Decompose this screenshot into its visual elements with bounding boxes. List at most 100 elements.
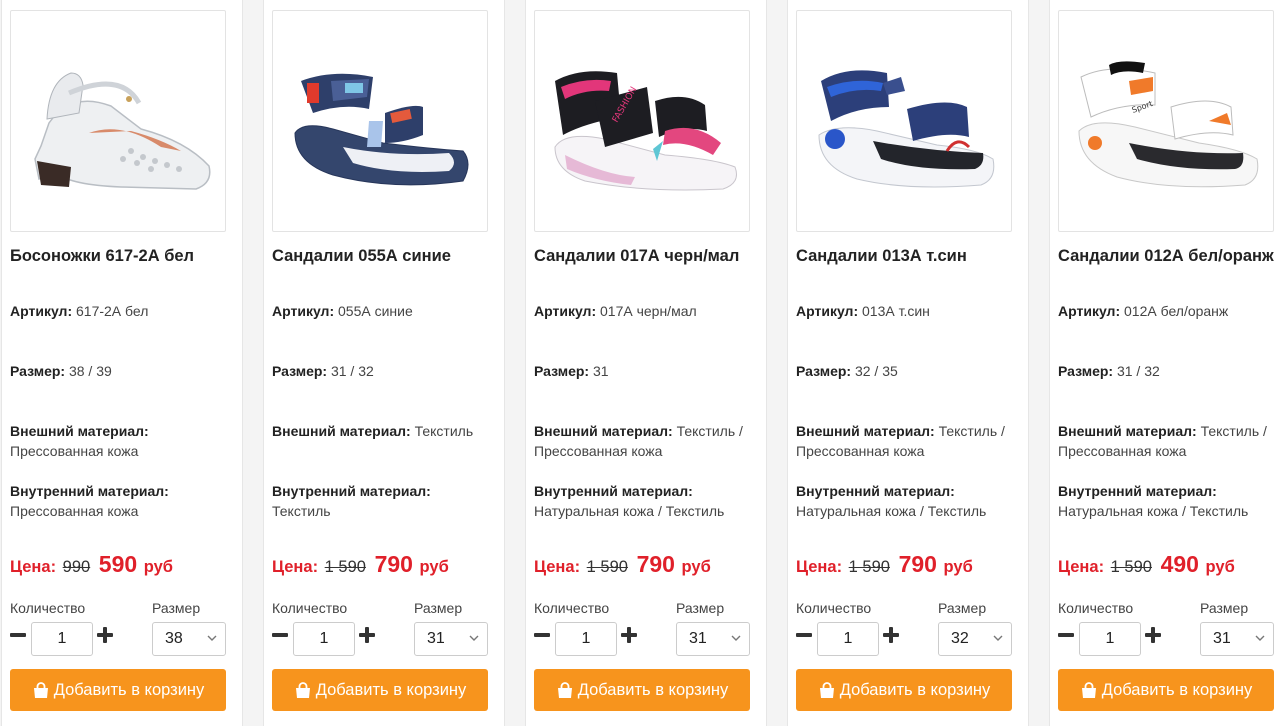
quantity-label: Количество — [534, 600, 610, 616]
chevron-down-icon — [1255, 635, 1265, 641]
price: Цена: 1 590 790 руб — [272, 551, 449, 577]
size-select-label: Размер — [414, 600, 463, 616]
size-attr: Размер: 32 / 35 — [796, 363, 898, 379]
chevron-down-icon — [469, 635, 479, 641]
inner-material-attr: Внутренний материал: Натуральная кожа / Т… — [534, 483, 725, 519]
shopping-bag-icon — [295, 681, 310, 698]
article-attr: Артикул: 012А бел/оранж — [1058, 303, 1229, 319]
size-select-label: Размер — [1200, 600, 1249, 616]
shopping-bag-icon — [819, 681, 834, 698]
size-select-label: Размер — [938, 600, 987, 616]
old-price: 1 590 — [1110, 558, 1152, 576]
add-to-cart-button[interactable]: Добавить в корзину — [796, 669, 1012, 711]
minus-icon[interactable] — [796, 627, 812, 643]
plus-icon[interactable] — [621, 627, 637, 643]
new-price: 790 — [898, 551, 937, 577]
old-price: 1 590 — [848, 558, 890, 576]
size-select-label: Размер — [676, 600, 725, 616]
plus-icon[interactable] — [359, 627, 375, 643]
shoe-image: Sport — [1078, 61, 1259, 188]
chevron-down-icon — [731, 635, 741, 641]
inner-material-attr: Внутренний материал: Прессованная кожа — [10, 483, 169, 519]
outer-material-attr: Внешний материал: Прессованная кожа — [10, 423, 149, 459]
product-image[interactable] — [272, 10, 488, 232]
chevron-down-icon — [207, 635, 217, 641]
product-image[interactable]: Sport — [1058, 10, 1274, 232]
shoe-image — [818, 70, 995, 188]
new-price: 490 — [1160, 551, 1199, 577]
plus-icon[interactable] — [1145, 627, 1161, 643]
size-attr: Размер: 31 — [534, 363, 609, 379]
shoe-image: FASHION — [554, 71, 737, 191]
product-image[interactable] — [796, 10, 1012, 232]
quantity-input[interactable] — [1079, 622, 1141, 656]
size-select[interactable]: 32 — [938, 622, 1012, 656]
product-card: Сандалии 055А синие Артикул: 055А синие … — [263, 0, 505, 726]
minus-icon[interactable] — [272, 627, 288, 643]
product-title[interactable]: Сандалии 013А т.син — [796, 244, 1016, 268]
product-card: Сандалии 013А т.син Артикул: 013А т.син … — [787, 0, 1029, 726]
inner-material-attr: Внутренний материал: Натуральная кожа / Т… — [796, 483, 987, 519]
inner-material-attr: Внутренний материал: Натуральная кожа / Т… — [1058, 483, 1249, 519]
product-card: Sport Сандалии 012А бел/оранж Артикул: 0… — [1049, 0, 1280, 726]
article-attr: Артикул: 055А синие — [272, 303, 413, 319]
article-attr: Артикул: 017А черн/мал — [534, 303, 697, 319]
size-select-label: Размер — [152, 600, 201, 616]
size-attr: Размер: 31 / 32 — [1058, 363, 1160, 379]
shopping-bag-icon — [557, 681, 572, 698]
minus-icon[interactable] — [10, 627, 26, 643]
product-title[interactable]: Сандалии 055А синие — [272, 244, 492, 268]
new-price: 590 — [98, 551, 138, 577]
minus-icon[interactable] — [1058, 627, 1074, 643]
chevron-down-icon — [993, 635, 1003, 641]
add-to-cart-button[interactable]: Добавить в корзину — [10, 669, 226, 711]
old-price: 990 — [62, 558, 91, 576]
quantity-label: Количество — [10, 600, 86, 616]
product-title[interactable]: Сандалии 017А черн/мал — [534, 244, 754, 268]
quantity-input[interactable] — [293, 622, 355, 656]
price: Цена: 1 590 490 руб — [1058, 551, 1235, 577]
size-attr: Размер: 38 / 39 — [10, 363, 112, 379]
shoe-image — [34, 72, 211, 190]
quantity-label: Количество — [1058, 600, 1134, 616]
add-to-cart-button[interactable]: Добавить в корзину — [272, 669, 488, 711]
price: Цена: 1 590 790 руб — [796, 551, 973, 577]
quantity-input[interactable] — [555, 622, 617, 656]
outer-material-attr: Внешний материал: Текстиль / Прессованна… — [534, 423, 743, 459]
minus-icon[interactable] — [534, 627, 550, 643]
product-title[interactable]: Сандалии 012А бел/оранж — [1058, 244, 1278, 268]
old-price: 1 590 — [586, 558, 628, 576]
outer-material-attr: Внешний материал: Текстиль / Прессованна… — [796, 423, 1005, 459]
quantity-input[interactable] — [31, 622, 93, 656]
product-title[interactable]: Босоножки 617-2А бел — [10, 244, 230, 268]
inner-material-attr: Внутренний материал: Текстиль — [272, 483, 431, 519]
shopping-bag-icon — [33, 681, 48, 698]
quantity-label: Количество — [272, 600, 348, 616]
size-select[interactable]: 38 — [152, 622, 226, 656]
size-select[interactable]: 31 — [1200, 622, 1274, 656]
size-select[interactable]: 31 — [676, 622, 750, 656]
product-image[interactable]: FASHION — [534, 10, 750, 232]
price: Цена: 990 590 руб — [10, 551, 173, 577]
size-select[interactable]: 31 — [414, 622, 488, 656]
price: Цена: 1 590 790 руб — [534, 551, 711, 577]
product-image[interactable] — [10, 10, 226, 232]
add-to-cart-button[interactable]: Добавить в корзину — [1058, 669, 1274, 711]
article-attr: Артикул: 617-2А бел — [10, 303, 149, 319]
product-card: Босоножки 617-2А бел Артикул: 617-2А бел… — [1, 0, 243, 726]
shoe-image — [294, 73, 469, 186]
outer-material-attr: Внешний материал: Текстиль / Прессованна… — [1058, 423, 1267, 459]
new-price: 790 — [636, 551, 675, 577]
quantity-label: Количество — [796, 600, 872, 616]
plus-icon[interactable] — [97, 627, 113, 643]
add-to-cart-button[interactable]: Добавить в корзину — [534, 669, 750, 711]
plus-icon[interactable] — [883, 627, 899, 643]
old-price: 1 590 — [324, 558, 366, 576]
article-attr: Артикул: 013А т.син — [796, 303, 930, 319]
new-price: 790 — [374, 551, 413, 577]
shopping-bag-icon — [1081, 681, 1096, 698]
product-card: FASHION Сандалии 017А черн/мал Артикул: … — [525, 0, 767, 726]
size-attr: Размер: 31 / 32 — [272, 363, 374, 379]
outer-material-attr: Внешний материал: Текстиль — [272, 423, 474, 439]
quantity-input[interactable] — [817, 622, 879, 656]
